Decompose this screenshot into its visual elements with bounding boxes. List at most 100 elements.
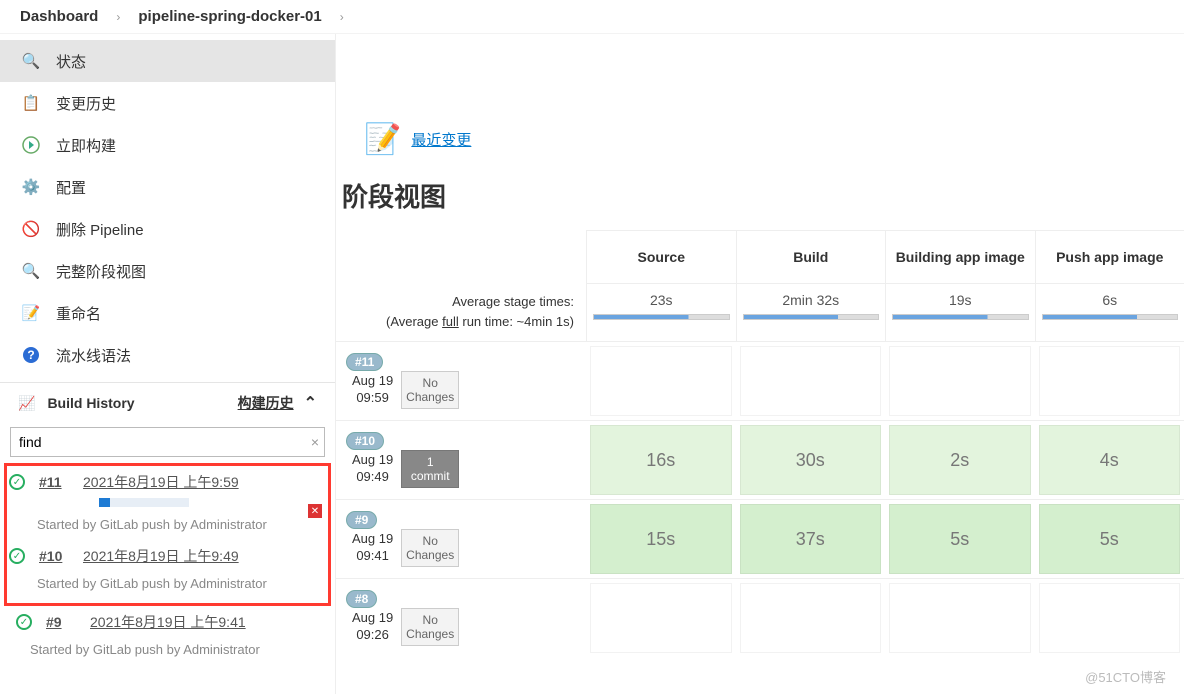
menu-build-now[interactable]: 立即构建	[0, 124, 335, 166]
stage-cell	[889, 583, 1031, 653]
stage-cell[interactable]: 16s	[590, 425, 732, 495]
status-success-icon: ✓	[16, 614, 32, 630]
build-history-link[interactable]: 构建历史	[238, 393, 294, 413]
chevron-up-icon[interactable]: ⌃	[304, 393, 317, 413]
build-history-rest: ✓ #9 2021年8月19日 上午9:41 Started by GitLab…	[0, 606, 335, 663]
build-history-item[interactable]: ✓ #9 2021年8月19日 上午9:41 Started by GitLab…	[14, 608, 321, 663]
menu-label: 重命名	[56, 303, 101, 324]
status-running-icon: ✓	[9, 474, 25, 490]
stage-view-row: #11 Aug 1909:59NoChanges	[336, 341, 1184, 420]
build-history-filter: ×	[0, 421, 335, 463]
avg-label	[336, 230, 586, 284]
build-cause: Started by GitLab push by Administrator	[35, 566, 314, 591]
build-date: Aug 1909:59	[352, 373, 393, 407]
no-changes: NoChanges	[401, 529, 459, 568]
stage-view-row: #8Aug 1909:26NoChanges	[336, 578, 1184, 657]
menu-full-stage[interactable]: 🔍 完整阶段视图	[0, 250, 335, 292]
stage-col-source: Source	[586, 231, 736, 283]
find-input[interactable]	[10, 427, 325, 457]
stage-cell[interactable]: 37s	[740, 504, 882, 574]
stage-cell[interactable]: 4s	[1039, 425, 1181, 495]
menu-label: 完整阶段视图	[56, 261, 146, 282]
build-cause: Started by GitLab push by Administrator	[28, 632, 321, 657]
stage-view-row: #9Aug 1909:41NoChanges15s37s5s5s	[336, 499, 1184, 578]
gear-icon: ⚙️	[20, 176, 42, 198]
stage-cell[interactable]: 5s	[1039, 504, 1181, 574]
build-timestamp[interactable]: 2021年8月19日 上午9:41	[90, 612, 246, 632]
build-pill[interactable]: #9	[346, 511, 377, 529]
menu-changes[interactable]: 📋变更历史	[0, 82, 335, 124]
build-history-item[interactable]: ✓ #10 2021年8月19日 上午9:49 Started by GitLa…	[7, 540, 328, 599]
avg-cell: 19s	[885, 284, 1035, 341]
stage-cell[interactable]: 5s	[889, 504, 1031, 574]
menu-delete[interactable]: 🚫删除 Pipeline	[0, 208, 335, 250]
status-success-icon: ✓	[9, 548, 25, 564]
stage-cell	[889, 346, 1031, 416]
help-icon: ?	[20, 344, 42, 366]
menu-pipeline-syntax[interactable]: ? 流水线语法	[0, 334, 335, 376]
no-changes: NoChanges	[401, 371, 459, 410]
recent-changes-link[interactable]: 最近变更	[411, 129, 471, 150]
breadcrumb-project[interactable]: pipeline-spring-docker-01	[138, 8, 321, 25]
main-content: 📝 最近变更 阶段视图 Source Build Building app im…	[336, 34, 1184, 694]
clear-icon[interactable]: ×	[311, 434, 319, 450]
search-icon: 🔍	[20, 260, 42, 282]
menu-label: 流水线语法	[56, 345, 131, 366]
avg-full-run-label: (Average full run time: ~4min 1s)	[336, 312, 574, 332]
stage-col-image: Building app image	[885, 231, 1035, 283]
stage-cell[interactable]: 2s	[889, 425, 1031, 495]
avg-cell: 2min 32s	[736, 284, 886, 341]
build-number[interactable]: #9	[46, 614, 76, 630]
recent-changes: 📝 最近变更	[364, 122, 1184, 157]
stage-view-header-row: Source Build Building app image Push app…	[336, 230, 1184, 284]
avg-stage-times-label: Average stage times:	[336, 292, 574, 312]
stage-cell	[1039, 346, 1181, 416]
breadcrumb: Dashboard › pipeline-spring-docker-01 ›	[0, 0, 1184, 34]
build-timestamp[interactable]: 2021年8月19日 上午9:49	[83, 546, 239, 566]
build-pill[interactable]: #8	[346, 590, 377, 608]
build-history-highlight: ✓ #11 2021年8月19日 上午9:59 ✕ Started by Git…	[4, 463, 331, 606]
sidebar: 🔍 状态 📋变更历史 立即构建 ⚙️配置 🚫删除 Pipeline 🔍 完整阶段视图…	[0, 34, 336, 694]
build-date: Aug 1909:41	[352, 531, 393, 565]
stage-cell	[740, 346, 882, 416]
build-history-title: Build History	[47, 395, 134, 411]
stage-view-row: #10 Aug 1909:491commit 16s30s2s4s	[336, 420, 1184, 499]
build-pill[interactable]: #10	[346, 432, 384, 450]
avg-cell: 6s	[1035, 284, 1184, 341]
chevron-right-icon: ›	[116, 10, 120, 24]
stage-cell[interactable]: 15s	[590, 504, 732, 574]
menu-rename[interactable]: 📝 重命名	[0, 292, 335, 334]
stage-view-title: 阶段视图	[342, 177, 1184, 214]
play-icon	[20, 134, 42, 156]
avg-cell: 23s	[586, 284, 736, 341]
menu-label: 变更历史	[56, 93, 116, 114]
sidebar-menu: 🔍 状态 📋变更历史 立即构建 ⚙️配置 🚫删除 Pipeline 🔍 完整阶段视图…	[0, 34, 335, 382]
menu-label: 立即构建	[56, 135, 116, 156]
build-date: Aug 1909:49	[352, 452, 393, 486]
build-number[interactable]: #11	[39, 474, 69, 490]
breadcrumb-root[interactable]: Dashboard	[20, 8, 98, 25]
commit-count[interactable]: 1commit	[401, 450, 459, 489]
build-history-header: 📈 Build History 构建历史 ⌃	[0, 382, 335, 421]
search-icon: 🔍	[20, 50, 42, 72]
stage-cell	[590, 583, 732, 653]
stage-cell	[740, 583, 882, 653]
rename-icon: 📝	[20, 302, 42, 324]
build-pill[interactable]: #11	[346, 353, 383, 371]
build-history-item[interactable]: ✓ #11 2021年8月19日 上午9:59 ✕ Started by Git…	[7, 466, 328, 540]
trend-icon[interactable]: 📈	[18, 395, 35, 412]
menu-status[interactable]: 🔍 状态	[0, 40, 335, 82]
watermark: @51CTO博客	[1085, 667, 1166, 686]
build-timestamp[interactable]: 2021年8月19日 上午9:59	[83, 472, 239, 492]
no-changes: NoChanges	[401, 608, 459, 647]
menu-label: 删除 Pipeline	[56, 219, 144, 240]
progress-bar	[99, 498, 189, 507]
menu-label: 状态	[56, 51, 86, 72]
stage-col-build: Build	[736, 231, 886, 283]
stage-cell[interactable]: 30s	[740, 425, 882, 495]
notepad-icon: 📝	[364, 122, 401, 157]
menu-configure[interactable]: ⚙️配置	[0, 166, 335, 208]
build-number[interactable]: #10	[39, 548, 69, 564]
cancel-build-icon[interactable]: ✕	[308, 504, 322, 518]
stage-view-avg-row: Average stage times: (Average full run t…	[336, 284, 1184, 341]
